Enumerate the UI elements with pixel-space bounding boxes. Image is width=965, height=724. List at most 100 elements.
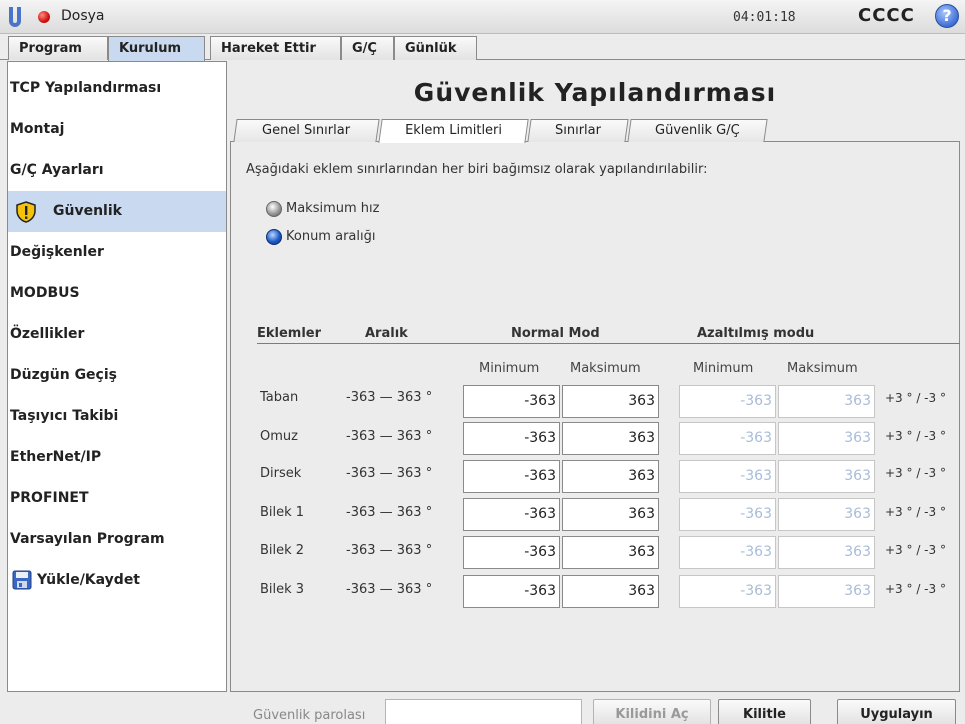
top-bar: Dosya 04:01:18 CCCC ?: [0, 0, 965, 34]
tab-label: Eklem Limitleri: [405, 123, 503, 138]
sidebar-item-profinet[interactable]: PROFINET: [8, 478, 226, 519]
tab-kurulum[interactable]: Kurulum: [108, 36, 205, 61]
tolerance-text: +3 ° / -3 °: [885, 505, 946, 519]
sidebar-item-tasiyici-takibi[interactable]: Taşıyıcı Takibi: [8, 396, 226, 437]
col-header-normal: Normal Mod: [511, 326, 600, 341]
bottom-bar: Güvenlik parolası Kilidini Aç Kilitle Uy…: [0, 694, 965, 724]
sidebar-item-ethernet-ip[interactable]: EtherNet/IP: [8, 437, 226, 478]
normal-min-input[interactable]: -363: [463, 498, 560, 531]
tab-gunluk[interactable]: Günlük: [394, 36, 477, 60]
safety-panel: Güvenlik Yapılandırması Genel Sınırlar E…: [230, 61, 960, 692]
reduced-max-header: Maksimum: [787, 361, 858, 376]
tolerance-text: +3 ° / -3 °: [885, 466, 946, 480]
joint-range: -363 — 363 °: [346, 505, 433, 520]
radio-checked-icon[interactable]: [266, 229, 282, 245]
sidebar-item-label: Taşıyıcı Takibi: [10, 408, 119, 424]
apply-button[interactable]: Uygulayın: [837, 699, 956, 724]
tolerance-text: +3 ° / -3 °: [885, 582, 946, 596]
col-header-range: Aralık: [365, 326, 408, 341]
tab-sinirlar[interactable]: Sınırlar: [527, 119, 629, 142]
reduced-max-input[interactable]: 363: [778, 536, 875, 569]
sidebar-item-modbus[interactable]: MODBUS: [8, 273, 226, 314]
tab-eklem-limitleri[interactable]: Eklem Limitleri: [378, 119, 529, 143]
page-title: Güvenlik Yapılandırması: [413, 78, 777, 107]
reduced-min-input[interactable]: -363: [679, 575, 776, 608]
sidebar-item-varsayilan-program[interactable]: Varsayılan Program: [8, 519, 226, 560]
sidebar: TCP Yapılandırması Montaj G/Ç Ayarları G…: [7, 61, 227, 692]
description-text: Aşağıdaki eklem sınırlarından her biri b…: [246, 162, 708, 177]
normal-max-input[interactable]: 363: [562, 575, 659, 608]
reduced-min-input[interactable]: -363: [679, 385, 776, 418]
sidebar-item-label: Montaj: [10, 121, 65, 137]
reduced-max-input[interactable]: 363: [778, 422, 875, 455]
sidebar-item-label: Varsayılan Program: [10, 531, 165, 547]
normal-max-input[interactable]: 363: [562, 498, 659, 531]
sidebar-item-label: TCP Yapılandırması: [10, 80, 162, 96]
joint-range: -363 — 363 °: [346, 466, 433, 481]
header-divider: [257, 343, 960, 344]
sidebar-item-label: PROFINET: [10, 490, 89, 506]
sidebar-item-ozellikler[interactable]: Özellikler: [8, 314, 226, 355]
normal-min-input[interactable]: -363: [463, 575, 560, 608]
sidebar-item-label: Yükle/Kaydet: [37, 572, 141, 588]
normal-max-input[interactable]: 363: [562, 536, 659, 569]
tab-label: Güvenlik G/Ç: [655, 123, 740, 138]
floppy-disk-icon: [12, 570, 32, 590]
normal-max-input[interactable]: 363: [562, 385, 659, 418]
normal-min-input[interactable]: -363: [463, 536, 560, 569]
joint-range: -363 — 363 °: [346, 543, 433, 558]
joint-range: -363 — 363 °: [346, 429, 433, 444]
radio-label: Konum aralığı: [286, 229, 376, 244]
normal-min-input[interactable]: -363: [463, 460, 560, 493]
tab-gc[interactable]: G/Ç: [341, 36, 394, 60]
clock: 04:01:18: [733, 10, 796, 25]
reduced-min-input[interactable]: -363: [679, 536, 776, 569]
reduced-min-input[interactable]: -363: [679, 460, 776, 493]
reduced-min-input[interactable]: -363: [679, 498, 776, 531]
robot-status-icon[interactable]: [38, 11, 50, 23]
tab-guvenlik-gc[interactable]: Güvenlik G/Ç: [627, 119, 768, 142]
radio-label: Maksimum hız: [286, 201, 380, 216]
sidebar-item-degiskenler[interactable]: Değişkenler: [8, 232, 226, 273]
reduced-max-input[interactable]: 363: [778, 460, 875, 493]
sidebar-item-label: G/Ç Ayarları: [10, 162, 104, 178]
lock-button[interactable]: Kilitle: [718, 699, 811, 724]
radio-unchecked-icon[interactable]: [266, 201, 282, 217]
col-header-reduced: Azaltılmış modu: [697, 326, 815, 341]
sidebar-item-gc-ayarlari[interactable]: G/Ç Ayarları: [8, 150, 226, 191]
unlock-button[interactable]: Kilidini Aç: [593, 699, 711, 724]
sidebar-item-yukle-kaydet[interactable]: Yükle/Kaydet: [8, 560, 226, 601]
normal-min-input[interactable]: -363: [463, 422, 560, 455]
sidebar-item-label: EtherNet/IP: [10, 449, 102, 465]
file-menu[interactable]: Dosya: [61, 8, 105, 24]
tab-genel-sinirlar[interactable]: Genel Sınırlar: [233, 119, 380, 142]
sidebar-item-label: MODBUS: [10, 285, 80, 301]
reduced-min-input[interactable]: -363: [679, 422, 776, 455]
normal-min-header: Minimum: [479, 361, 540, 376]
normal-max-header: Maksimum: [570, 361, 641, 376]
sidebar-item-montaj[interactable]: Montaj: [8, 109, 226, 150]
sidebar-item-label: Özellikler: [10, 326, 85, 342]
sidebar-item-tcp[interactable]: TCP Yapılandırması: [8, 68, 226, 109]
main-tabs: Program Kurulum Hareket Ettir G/Ç Günlük: [0, 36, 965, 61]
sidebar-item-guvenlik[interactable]: Güvenlik: [8, 191, 226, 232]
joint-range: -363 — 363 °: [346, 582, 433, 597]
warning-shield-icon: [16, 201, 36, 223]
tab-hareket-ettir[interactable]: Hareket Ettir: [210, 36, 341, 60]
reduced-max-input[interactable]: 363: [778, 385, 875, 418]
password-field[interactable]: [385, 699, 582, 724]
reduced-max-input[interactable]: 363: [778, 575, 875, 608]
normal-min-input[interactable]: -363: [463, 385, 560, 418]
normal-max-input[interactable]: 363: [562, 422, 659, 455]
col-header-joints: Eklemler: [257, 326, 322, 341]
sidebar-item-label: Güvenlik: [53, 203, 122, 219]
tab-program[interactable]: Program: [8, 36, 108, 60]
sidebar-item-label: Düzgün Geçiş: [10, 367, 117, 383]
joint-range: -363 — 363 °: [346, 390, 433, 405]
joint-name: Dirsek: [260, 466, 302, 481]
reduced-max-input[interactable]: 363: [778, 498, 875, 531]
normal-max-input[interactable]: 363: [562, 460, 659, 493]
joint-name: Omuz: [260, 429, 298, 444]
help-icon[interactable]: ?: [935, 4, 959, 28]
sidebar-item-duzgun-gecis[interactable]: Düzgün Geçiş: [8, 355, 226, 396]
